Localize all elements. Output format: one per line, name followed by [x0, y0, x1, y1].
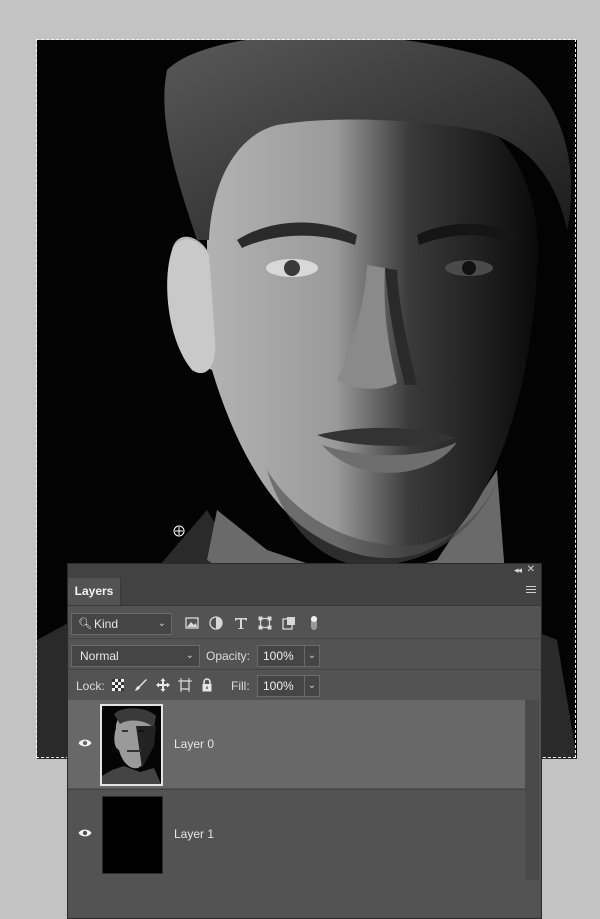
layer-thumbnail: [102, 796, 163, 874]
search-icon: 🔍︎: [78, 618, 92, 630]
fill-label: Fill:: [231, 679, 250, 693]
crosshair-cursor-icon: [173, 525, 185, 537]
close-panel-icon[interactable]: ✕: [527, 564, 535, 575]
lock-label: Lock:: [76, 679, 105, 693]
blend-mode-dropdown[interactable]: Normal ⌄: [71, 645, 200, 667]
visibility-eye-icon[interactable]: [78, 828, 92, 838]
layers-scrollbar[interactable]: [525, 700, 539, 880]
lock-position-icon[interactable]: [156, 678, 170, 692]
shape-filter-icon[interactable]: [258, 616, 272, 630]
collapse-panel-icon[interactable]: ◂◂: [514, 565, 522, 576]
layer-thumbnail: [100, 704, 163, 786]
adjustment-filter-icon[interactable]: [209, 616, 223, 630]
fill-slider-toggle[interactable]: ⌄: [304, 675, 320, 697]
chevron-down-icon: ⌄: [157, 618, 166, 629]
blend-mode-value: Normal: [80, 649, 119, 663]
layer-name[interactable]: Layer 1: [174, 827, 214, 841]
lock-image-pixels-icon[interactable]: [134, 678, 148, 692]
filter-kind-value: Kind: [94, 617, 119, 631]
chevron-down-icon: ⌄: [185, 650, 194, 661]
layers-panel: ◂◂ ✕ Layers 🔍︎ Kind ⌄ Normal ⌄ Opacity: …: [67, 563, 542, 919]
layer-row-layer-1[interactable]: Layer 1: [68, 789, 525, 878]
lock-transparent-pixels-icon[interactable]: [111, 678, 125, 692]
opacity-label: Opacity:: [206, 649, 251, 663]
visibility-eye-icon[interactable]: [78, 738, 92, 748]
layer-name[interactable]: Layer 0: [174, 737, 214, 751]
lock-row: Lock: Fill: 100% ⌄: [68, 671, 541, 699]
type-filter-icon[interactable]: [234, 616, 248, 630]
fill-input[interactable]: 100%: [257, 675, 310, 697]
lock-artboard-icon[interactable]: [178, 678, 192, 692]
layer-row-layer-0[interactable]: Layer 0: [68, 700, 525, 788]
portrait-thumbnail-image: [102, 706, 161, 784]
panel-title-bar[interactable]: ◂◂ ✕: [68, 564, 541, 578]
opacity-input[interactable]: 100%: [257, 645, 310, 667]
layer-filter-row: 🔍︎ Kind ⌄: [68, 610, 541, 639]
filter-kind-dropdown[interactable]: 🔍︎ Kind ⌄: [71, 613, 172, 635]
chevron-down-icon: ⌄: [307, 680, 317, 691]
smart-object-filter-icon[interactable]: [282, 616, 296, 630]
panel-menu-icon[interactable]: [526, 586, 536, 595]
lock-all-icon[interactable]: [200, 678, 214, 692]
image-filter-icon[interactable]: [185, 616, 199, 630]
opacity-slider-toggle[interactable]: ⌄: [304, 645, 320, 667]
tab-layers[interactable]: Layers: [68, 578, 121, 605]
panel-tab-bar: Layers: [68, 578, 541, 606]
blend-mode-row: Normal ⌄ Opacity: 100% ⌄: [68, 641, 541, 670]
chevron-down-icon: ⌄: [307, 650, 317, 661]
filter-toggle-icon[interactable]: [309, 614, 319, 632]
layers-list: Layer 0 Layer 1: [68, 700, 525, 880]
